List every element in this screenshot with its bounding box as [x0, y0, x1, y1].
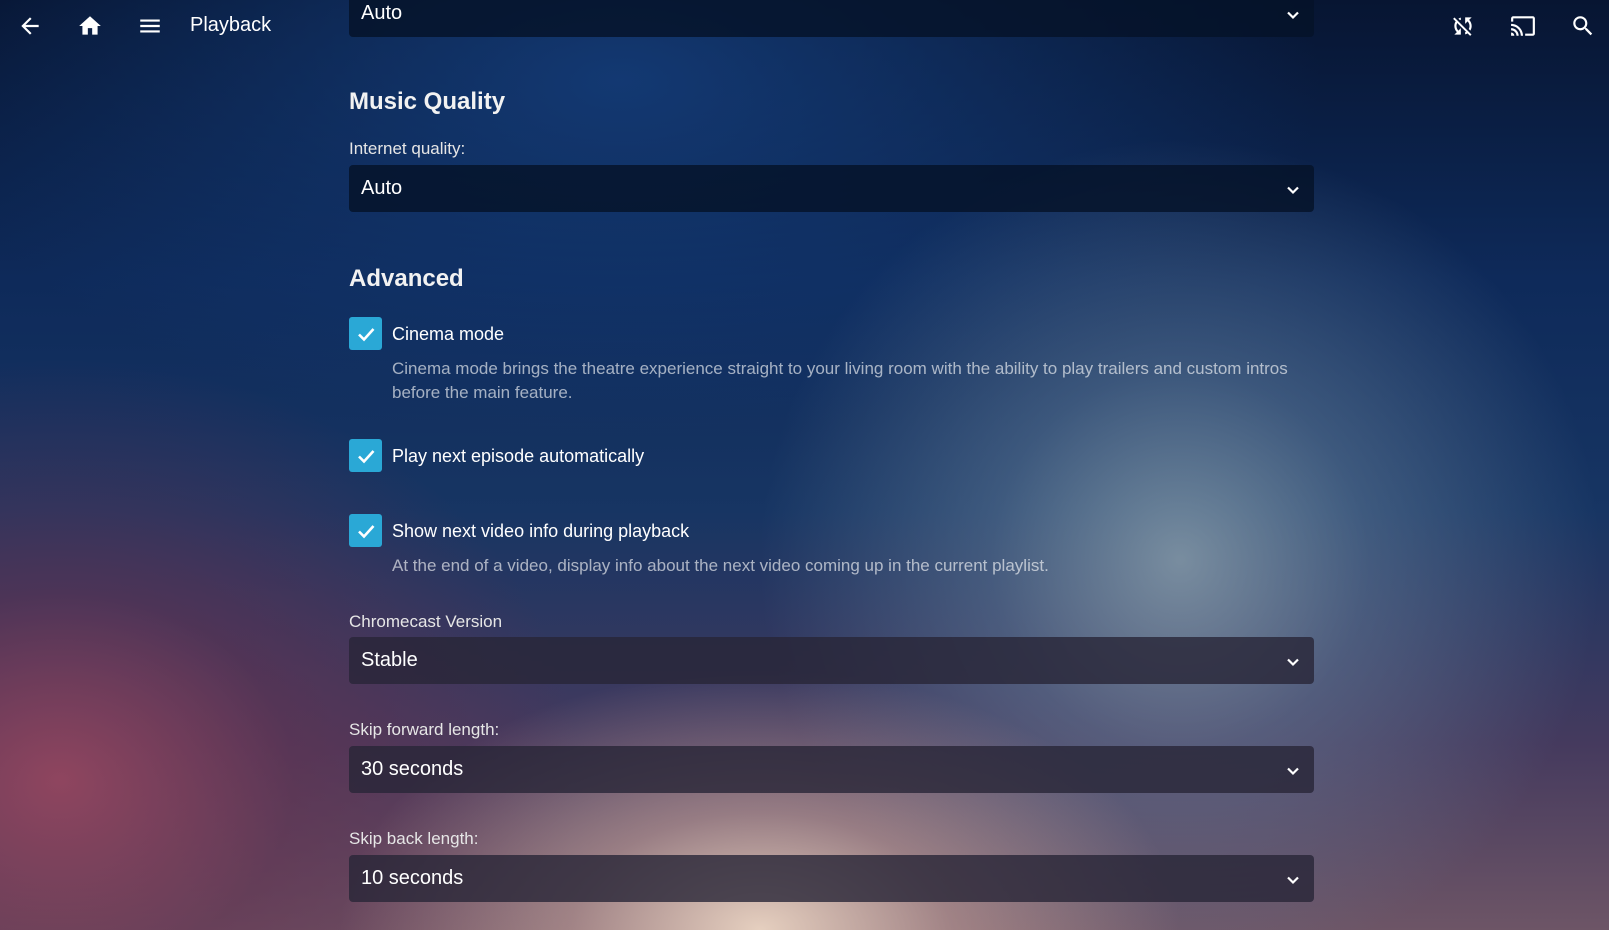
- skip-back-select[interactable]: 10 seconds: [349, 855, 1314, 902]
- checkmark-icon: [357, 449, 374, 463]
- chevron-down-icon: [1286, 180, 1300, 194]
- search-icon[interactable]: [1563, 6, 1603, 46]
- chevron-down-icon: [1286, 5, 1300, 19]
- cinema-mode-description: Cinema mode brings the theatre experienc…: [392, 359, 1288, 402]
- show-next-info-label: Show next video info during playback: [392, 521, 690, 541]
- video-quality-select[interactable]: Auto: [349, 0, 1314, 37]
- play-next-label: Play next episode automatically: [392, 446, 645, 466]
- chevron-down-icon: [1286, 870, 1300, 884]
- music-quality-heading: Music Quality: [349, 88, 506, 115]
- chevron-down-icon: [1286, 761, 1300, 775]
- chevron-down-icon: [1286, 652, 1300, 666]
- chromecast-version-label: Chromecast Version: [349, 612, 503, 631]
- skip-forward-select[interactable]: 30 seconds: [349, 746, 1314, 793]
- show-next-info-checkbox[interactable]: [349, 514, 382, 547]
- home-icon[interactable]: [70, 6, 110, 46]
- cinema-mode-checkbox[interactable]: [349, 317, 382, 350]
- checkmark-icon: [357, 327, 374, 341]
- video-quality-value: Auto: [361, 2, 403, 24]
- skip-back-label: Skip back length:: [349, 829, 479, 848]
- internet-quality-label: Internet quality:: [349, 139, 466, 158]
- skip-back-value: 10 seconds: [361, 867, 464, 889]
- internet-quality-value: Auto: [361, 177, 403, 199]
- chromecast-version-select[interactable]: Stable: [349, 637, 1314, 684]
- checkmark-icon: [357, 524, 374, 538]
- menu-icon[interactable]: [130, 6, 170, 46]
- sync-off-icon[interactable]: [1443, 6, 1483, 46]
- page-title: Playback: [190, 14, 272, 36]
- back-arrow-icon[interactable]: [10, 6, 50, 46]
- show-next-info-description: At the end of a video, display info abou…: [392, 556, 1049, 575]
- internet-quality-select[interactable]: Auto: [349, 165, 1314, 212]
- cinema-mode-label: Cinema mode: [392, 324, 505, 344]
- play-next-checkbox[interactable]: [349, 439, 382, 472]
- skip-forward-value: 30 seconds: [361, 758, 464, 780]
- skip-forward-label: Skip forward length:: [349, 720, 500, 739]
- chromecast-version-value: Stable: [361, 649, 418, 671]
- advanced-heading: Advanced: [349, 265, 464, 292]
- cast-icon[interactable]: [1503, 6, 1543, 46]
